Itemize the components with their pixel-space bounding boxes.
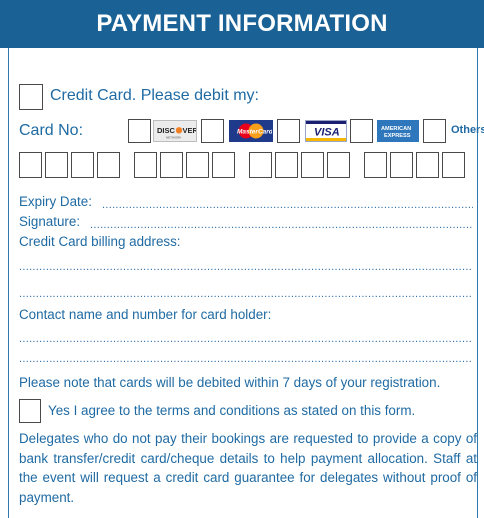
card-digit-box[interactable]	[19, 152, 42, 178]
card-digit-box[interactable]	[212, 152, 235, 178]
card-digit-box[interactable]	[97, 152, 120, 178]
visa-checkbox[interactable]	[277, 119, 300, 143]
signature-label: Signature:	[19, 214, 81, 229]
payment-header: PAYMENT INFORMATION	[0, 0, 484, 48]
amex-checkbox[interactable]	[350, 119, 373, 143]
others-label: Others	[451, 124, 484, 136]
signature-line[interactable]: ........................................…	[90, 220, 473, 230]
credit-card-label: Credit Card. Please debit my:	[50, 87, 259, 104]
card-digit-box[interactable]	[134, 152, 157, 178]
card-digit-box[interactable]	[301, 152, 324, 178]
card-digit-box[interactable]	[186, 152, 209, 178]
card-digit-box[interactable]	[71, 152, 94, 178]
billing-address-line-2[interactable]: ........................................…	[19, 289, 473, 299]
svg-text:AMERICAN: AMERICAN	[381, 126, 411, 132]
card-digit-box[interactable]	[416, 152, 439, 178]
card-digit-box[interactable]	[275, 152, 298, 178]
visa-logo-icon: VISA	[305, 120, 347, 142]
billing-address-line-1[interactable]: ........................................…	[19, 262, 473, 272]
svg-text:EXPRESS: EXPRESS	[384, 133, 411, 139]
svg-text:VISA: VISA	[314, 127, 340, 139]
card-no-label: Card No:	[19, 122, 84, 139]
billing-address-label: Credit Card billing address:	[19, 234, 181, 249]
svg-text:VER: VER	[183, 126, 197, 135]
mastercard-logo-icon: MasterCard	[229, 120, 274, 142]
others-checkbox[interactable]	[423, 119, 446, 143]
discover-logo-icon: DISC VER NETWORK	[153, 120, 199, 142]
svg-text:NETWORK: NETWORK	[166, 136, 181, 140]
agree-checkbox[interactable]	[19, 399, 41, 423]
expiry-date-label: Expiry Date:	[19, 194, 92, 209]
discover-checkbox[interactable]	[128, 119, 151, 143]
amex-logo-icon: AMERICAN EXPRESS	[377, 120, 419, 142]
svg-text:MasterCard: MasterCard	[237, 129, 272, 136]
svg-text:DISC: DISC	[157, 126, 176, 135]
contact-line-1[interactable]: ........................................…	[19, 334, 473, 344]
card-digit-box[interactable]	[364, 152, 387, 178]
mastercard-checkbox[interactable]	[201, 119, 224, 143]
payment-title: PAYMENT INFORMATION	[96, 10, 388, 37]
agree-label: Yes I agree to the terms and conditions …	[48, 403, 416, 418]
contact-label: Contact name and number for card holder:	[19, 307, 272, 322]
card-digit-box[interactable]	[249, 152, 272, 178]
card-digit-box[interactable]	[45, 152, 68, 178]
card-digit-box[interactable]	[442, 152, 465, 178]
expiry-date-line[interactable]: ........................................…	[102, 200, 473, 210]
credit-card-checkbox[interactable]	[19, 84, 43, 110]
card-digit-box[interactable]	[390, 152, 413, 178]
card-digit-box[interactable]	[327, 152, 350, 178]
card-digit-box[interactable]	[160, 152, 183, 178]
debit-note: Please note that cards will be debited w…	[19, 375, 441, 390]
contact-line-2[interactable]: ........................................…	[19, 354, 473, 364]
delegates-note: Delegates who do not pay their bookings …	[19, 431, 477, 505]
